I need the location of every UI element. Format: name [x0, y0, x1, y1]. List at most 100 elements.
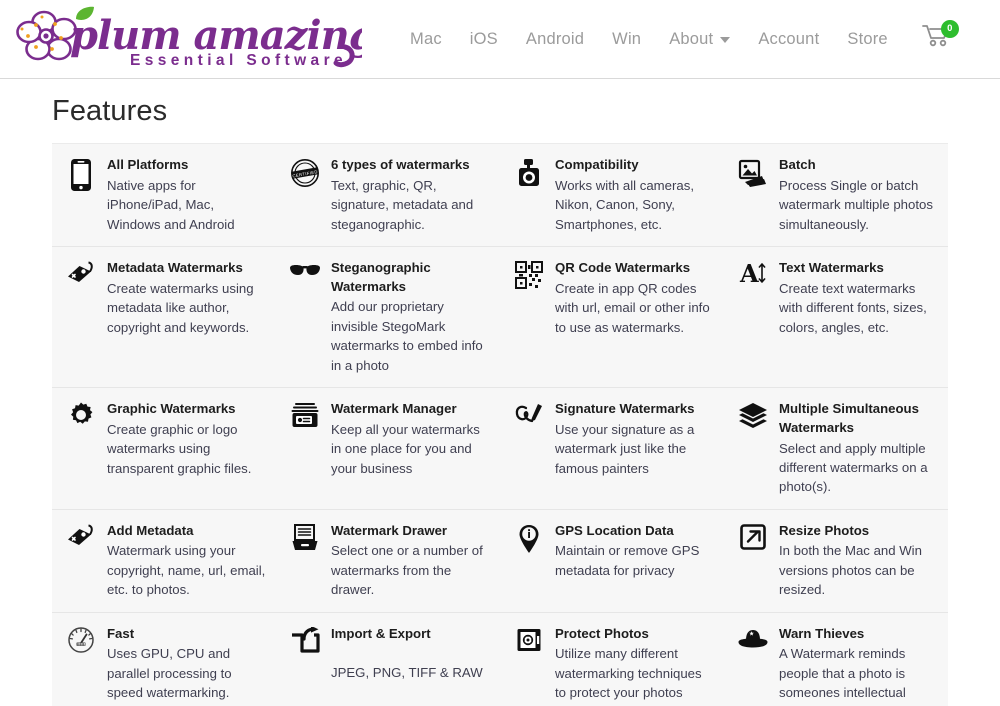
qr-code-icon — [512, 259, 546, 375]
feature-title: Graphic Watermarks — [107, 401, 236, 417]
feature-item-watermark-drawer[interactable]: Watermark Drawer Select one or a number … — [276, 510, 500, 612]
feature-desc: A Watermark reminds people that a photo … — [779, 646, 906, 706]
feature-item-warn-thieves[interactable]: Warn Thieves A Watermark reminds people … — [724, 613, 948, 706]
feature-item-text-watermarks[interactable]: A Text Watermarks Create text watermarks… — [724, 247, 948, 387]
nav-item-about[interactable]: About — [655, 24, 744, 55]
resize-expand-icon — [736, 522, 770, 600]
map-pin-info-icon — [512, 522, 546, 600]
features-grid: All Platforms Native apps for iPhone/iPa… — [52, 142, 948, 706]
price-tag-icon — [64, 259, 98, 375]
feature-title: Watermark Manager — [331, 401, 457, 417]
page-title: Features — [52, 95, 168, 127]
nav-item-ios[interactable]: iOS — [456, 24, 512, 55]
chevron-down-icon — [720, 37, 731, 43]
feature-title: GPS Location Data — [555, 522, 674, 538]
nav-label: Account — [758, 29, 820, 48]
nav-label: About — [669, 29, 714, 48]
feature-item-multiple-simultaneous-watermarks[interactable]: Multiple Simultaneous Watermarks Select … — [724, 388, 948, 509]
feature-desc: Utilize many different watermarking tech… — [555, 646, 702, 701]
feature-desc: Create graphic or logo watermarks using … — [107, 421, 252, 476]
text-size-icon: A — [736, 259, 770, 375]
feature-title: 6 types of watermarks — [331, 157, 470, 172]
id-card-box-icon — [288, 400, 322, 497]
feature-desc: Use your signature as a watermark just l… — [555, 421, 695, 476]
feature-item-resize-photos[interactable]: Resize Photos In both the Mac and Win ve… — [724, 510, 948, 612]
feature-desc: JPEG, PNG, TIFF & RAW — [331, 644, 490, 682]
photo-stack-icon — [736, 156, 770, 234]
nav-item-android[interactable]: Android — [512, 24, 598, 55]
feature-item-batch[interactable]: Batch Process Single or batch watermark … — [724, 144, 948, 246]
feature-title: Steganographic Watermarks — [331, 259, 431, 294]
sunglasses-icon — [288, 259, 322, 375]
feature-item-qr-code-watermarks[interactable]: QR Code Watermarks Create in app QR code… — [500, 247, 724, 387]
layers-icon — [736, 400, 770, 497]
gear-icon — [64, 400, 98, 497]
cart-count-badge: 0 — [940, 20, 959, 38]
price-tag-icon — [64, 522, 98, 600]
feature-item-metadata-watermarks[interactable]: Metadata Watermarks Create watermarks us… — [52, 247, 276, 387]
site-header: plum amazing Essential Software Mac iOS … — [0, 0, 1000, 79]
nav-item-account[interactable]: Account — [744, 24, 833, 55]
feature-item-all-platforms[interactable]: All Platforms Native apps for iPhone/iPa… — [52, 144, 276, 246]
nav-label: Win — [612, 29, 642, 48]
svg-text:Essential Software: Essential Software — [130, 52, 347, 69]
feature-item-steganographic-watermarks[interactable]: Steganographic Watermarks Add our propri… — [276, 247, 500, 387]
feature-title: Batch — [779, 157, 816, 172]
main-navigation: Mac iOS Android Win About Account Store — [396, 0, 959, 78]
feature-row: Metadata Watermarks Create watermarks us… — [52, 247, 948, 389]
smartphone-icon — [64, 156, 98, 234]
feature-row: Fast Uses GPU, CPU and parallel processi… — [52, 613, 948, 706]
feature-desc: Add our proprietary invisible StegoMark … — [331, 299, 483, 373]
nav-item-win[interactable]: Win — [598, 24, 655, 55]
feature-desc: Text, graphic, QR, signature, metadata a… — [331, 177, 474, 232]
police-hat-icon — [736, 625, 770, 706]
feature-desc: Keep all your watermarks in one place fo… — [331, 421, 480, 476]
feature-desc: In both the Mac and Win versions photos … — [779, 543, 922, 598]
camera-icon — [512, 156, 546, 234]
feature-title: Fast — [107, 625, 135, 641]
feature-item-compatibility[interactable]: Compatibility Works with all cameras, Ni… — [500, 144, 724, 246]
feature-item-fast[interactable]: Fast Uses GPU, CPU and parallel processi… — [52, 613, 276, 706]
plum-blossom-logo: plum amazing Essential Software — [16, 6, 362, 69]
nav-item-store[interactable]: Store — [833, 24, 901, 55]
share-export-icon — [288, 625, 322, 706]
cart-button[interactable]: 0 — [921, 20, 959, 56]
svg-text:A: A — [739, 261, 759, 287]
feature-desc: Watermark using your copyright, name, ur… — [107, 543, 266, 598]
feature-title: Add Metadata — [107, 522, 194, 538]
feature-title: Import & Export — [331, 625, 431, 641]
feature-item-protect-photos[interactable]: Protect Photos Utilize many different wa… — [500, 613, 724, 706]
feature-desc: Process Single or batch watermark multip… — [779, 177, 933, 232]
feature-title: Warn Thieves — [779, 625, 865, 641]
nav-label: Mac — [410, 29, 442, 48]
safe-vault-icon — [512, 625, 546, 706]
feature-desc: Select and apply multiple different wate… — [779, 440, 928, 495]
feature-title: Metadata Watermarks — [107, 259, 243, 275]
feature-desc: Create watermarks using metadata like au… — [107, 280, 254, 335]
feature-item-import-export[interactable]: Import & Export JPEG, PNG, TIFF & RAW — [276, 613, 500, 706]
stamp-seal-icon: CERTIFIED — [288, 156, 322, 234]
feature-title: All Platforms — [107, 157, 189, 172]
nav-label: iOS — [469, 29, 498, 48]
feature-item-add-metadata[interactable]: Add Metadata Watermark using your copyri… — [52, 510, 276, 612]
nav-label: Store — [847, 29, 888, 48]
feature-item-6-types-of-watermarks[interactable]: CERTIFIED 6 types of watermarks Text, gr… — [276, 144, 500, 246]
feature-item-signature-watermarks[interactable]: Signature Watermarks Use your signature … — [500, 388, 724, 509]
feature-desc: Create in app QR codes with url, email o… — [555, 280, 710, 335]
feature-title: Multiple Simultaneous Watermarks — [779, 401, 919, 435]
nav-item-mac[interactable]: Mac — [396, 24, 456, 55]
signature-pen-icon — [512, 400, 546, 497]
feature-row: Graphic Watermarks Create graphic or log… — [52, 388, 948, 510]
feature-item-graphic-watermarks[interactable]: Graphic Watermarks Create graphic or log… — [52, 388, 276, 509]
feature-title: Watermark Drawer — [331, 522, 448, 538]
feature-title: QR Code Watermarks — [555, 259, 691, 275]
feature-item-gps-location-data[interactable]: GPS Location Data Maintain or remove GPS… — [500, 510, 724, 612]
feature-desc: Create text watermarks with different fo… — [779, 280, 927, 335]
speedometer-icon — [64, 625, 98, 706]
feature-row: Add Metadata Watermark using your copyri… — [52, 510, 948, 613]
feature-row: All Platforms Native apps for iPhone/iPa… — [52, 143, 948, 247]
feature-item-watermark-manager[interactable]: Watermark Manager Keep all your watermar… — [276, 388, 500, 509]
feature-title: Compatibility — [555, 157, 639, 172]
site-logo[interactable]: plum amazing Essential Software — [14, 3, 362, 75]
drawer-icon — [288, 522, 322, 600]
